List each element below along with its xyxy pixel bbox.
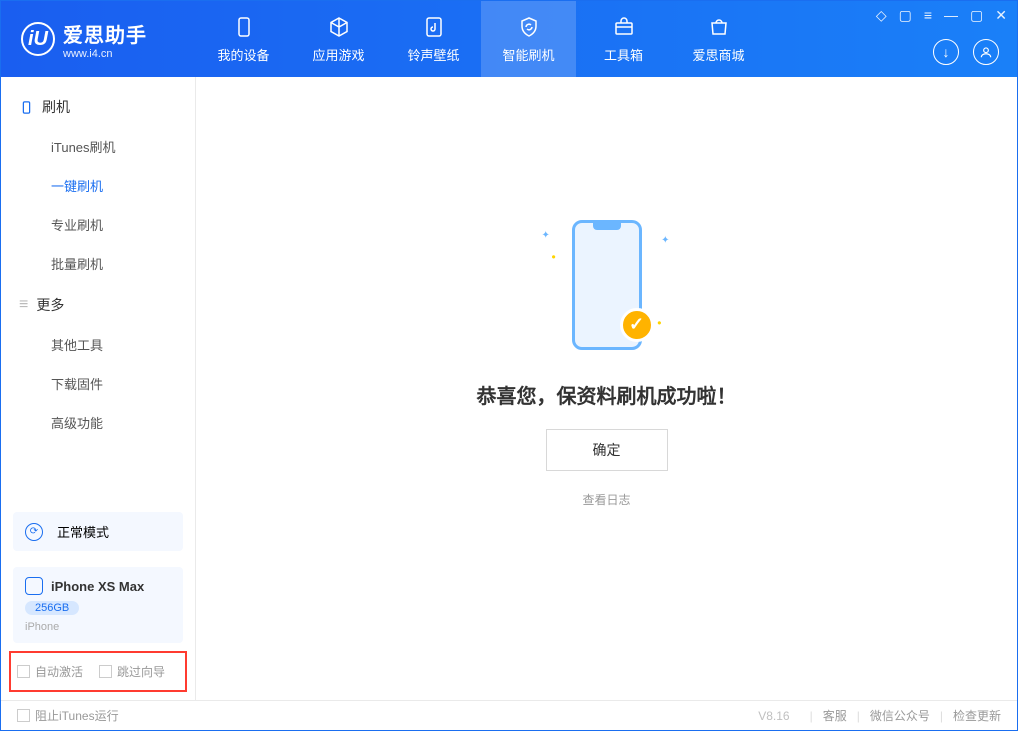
sidebar-item-itunes-flash[interactable]: iTunes刷机 bbox=[1, 127, 195, 166]
nav-tab-shop[interactable]: 爱思商城 bbox=[671, 1, 766, 77]
app-window: iU 爱思助手 www.i4.cn 我的设备 应用游戏 铃声壁纸 智能刷机 bbox=[0, 0, 1018, 731]
shop-icon bbox=[707, 15, 731, 39]
app-title: 爱思助手 bbox=[63, 19, 147, 48]
sidebar-item-pro-flash[interactable]: 专业刷机 bbox=[1, 205, 195, 244]
nav-tab-device[interactable]: 我的设备 bbox=[196, 1, 291, 77]
logo-icon: iU bbox=[21, 22, 55, 56]
nav-tab-toolbox[interactable]: 工具箱 bbox=[576, 1, 671, 77]
skip-guide-checkbox[interactable]: 跳过向导 bbox=[99, 663, 165, 680]
separator: | bbox=[810, 709, 813, 723]
phone-icon bbox=[232, 15, 256, 39]
device-mode-box[interactable]: ⟳ 正常模式 bbox=[13, 512, 183, 551]
nav-tab-apps[interactable]: 应用游戏 bbox=[291, 1, 386, 77]
device-outline-icon bbox=[19, 100, 34, 115]
more-icon: ≡ bbox=[19, 296, 28, 314]
sidebar-group-more: ≡ 更多 bbox=[1, 283, 195, 325]
sidebar: 刷机 iTunes刷机 一键刷机 专业刷机 批量刷机 ≡ 更多 其他工具 下载固… bbox=[1, 77, 196, 700]
sidebar-item-batch-flash[interactable]: 批量刷机 bbox=[1, 244, 195, 283]
main-content: ✦ • ✦ • ✓ 恭喜您，保资料刷机成功啦！ 确定 查看日志 bbox=[196, 77, 1017, 700]
nav-label: 智能刷机 bbox=[502, 45, 554, 64]
sidebar-group-label: 刷机 bbox=[42, 97, 70, 117]
sidebar-item-advanced[interactable]: 高级功能 bbox=[1, 403, 195, 442]
success-message: 恭喜您，保资料刷机成功啦！ bbox=[477, 380, 737, 409]
menu-icon[interactable]: ≡ bbox=[924, 7, 932, 24]
body-area: 刷机 iTunes刷机 一键刷机 专业刷机 批量刷机 ≡ 更多 其他工具 下载固… bbox=[1, 77, 1017, 700]
nav-tab-ringtones[interactable]: 铃声壁纸 bbox=[386, 1, 481, 77]
footer-link-support[interactable]: 客服 bbox=[823, 707, 847, 724]
nav-label: 我的设备 bbox=[217, 45, 269, 64]
version-label: V8.16 bbox=[758, 709, 789, 723]
sparkle-icon: ✦ bbox=[661, 235, 669, 246]
checkbox-label: 阻止iTunes运行 bbox=[35, 707, 119, 724]
view-log-link[interactable]: 查看日志 bbox=[582, 491, 630, 508]
close-button[interactable]: ✕ bbox=[995, 7, 1007, 24]
checkbox-icon bbox=[99, 665, 112, 678]
sparkle-icon: • bbox=[552, 250, 556, 264]
user-icon[interactable] bbox=[973, 39, 999, 65]
sparkle-icon: ✦ bbox=[542, 230, 550, 241]
separator: | bbox=[940, 709, 943, 723]
footer-link-wechat[interactable]: 微信公众号 bbox=[870, 707, 930, 724]
device-name-row: iPhone XS Max bbox=[25, 577, 171, 595]
nav-label: 应用游戏 bbox=[312, 45, 364, 64]
success-illustration: ✦ • ✦ • ✓ bbox=[522, 210, 692, 360]
app-subtitle: www.i4.cn bbox=[63, 48, 147, 60]
sidebar-item-download-fw[interactable]: 下载固件 bbox=[1, 364, 195, 403]
refresh-shield-icon bbox=[517, 15, 541, 39]
nav-tabs: 我的设备 应用游戏 铃声壁纸 智能刷机 工具箱 爱思商城 bbox=[196, 1, 766, 77]
nav-label: 铃声壁纸 bbox=[407, 45, 459, 64]
checkbox-icon bbox=[17, 709, 30, 722]
stop-itunes-checkbox[interactable]: 阻止iTunes运行 bbox=[17, 707, 119, 724]
logo-area: iU 爱思助手 www.i4.cn bbox=[1, 19, 196, 60]
feedback-icon[interactable]: ▢ bbox=[899, 7, 912, 24]
window-controls: ◇ ▢ ≡ — ▢ ✕ bbox=[876, 7, 1007, 24]
checkbox-label: 自动激活 bbox=[35, 663, 83, 680]
minimize-button[interactable]: — bbox=[944, 7, 958, 24]
sidebar-group-label: 更多 bbox=[36, 295, 64, 315]
sparkle-icon: • bbox=[657, 316, 661, 330]
shirt-icon[interactable]: ◇ bbox=[876, 7, 887, 24]
check-badge-icon: ✓ bbox=[620, 308, 654, 342]
toolbox-icon bbox=[612, 15, 636, 39]
checkbox-label: 跳过向导 bbox=[117, 663, 165, 680]
sidebar-item-oneclick-flash[interactable]: 一键刷机 bbox=[1, 166, 195, 205]
sidebar-item-other-tools[interactable]: 其他工具 bbox=[1, 325, 195, 364]
checkbox-icon bbox=[17, 665, 30, 678]
device-info-box[interactable]: iPhone XS Max 256GB iPhone bbox=[13, 567, 183, 643]
auto-activate-checkbox[interactable]: 自动激活 bbox=[17, 663, 83, 680]
nav-label: 工具箱 bbox=[604, 45, 643, 64]
device-name: iPhone XS Max bbox=[51, 579, 144, 594]
device-mode-label: 正常模式 bbox=[57, 522, 109, 541]
music-file-icon bbox=[422, 15, 446, 39]
storage-badge: 256GB bbox=[25, 601, 79, 615]
header: iU 爱思助手 www.i4.cn 我的设备 应用游戏 铃声壁纸 智能刷机 bbox=[1, 1, 1017, 77]
cube-icon bbox=[327, 15, 351, 39]
logo-text: 爱思助手 www.i4.cn bbox=[63, 19, 147, 60]
header-right-icons: ↓ bbox=[933, 39, 999, 65]
mode-icon: ⟳ bbox=[25, 523, 43, 541]
maximize-button[interactable]: ▢ bbox=[970, 7, 983, 24]
nav-label: 爱思商城 bbox=[692, 45, 744, 64]
device-icon bbox=[25, 577, 43, 595]
separator: | bbox=[857, 709, 860, 723]
highlighted-options: 自动激活 跳过向导 bbox=[9, 651, 187, 692]
ok-button[interactable]: 确定 bbox=[546, 429, 668, 471]
nav-tab-flash[interactable]: 智能刷机 bbox=[481, 1, 576, 77]
download-icon[interactable]: ↓ bbox=[933, 39, 959, 65]
footer-link-update[interactable]: 检查更新 bbox=[953, 707, 1001, 724]
sidebar-group-flash: 刷机 bbox=[1, 85, 195, 127]
footer: 阻止iTunes运行 V8.16 | 客服 | 微信公众号 | 检查更新 bbox=[1, 700, 1017, 730]
footer-right: V8.16 | 客服 | 微信公众号 | 检查更新 bbox=[758, 707, 1001, 724]
device-type: iPhone bbox=[25, 621, 171, 633]
